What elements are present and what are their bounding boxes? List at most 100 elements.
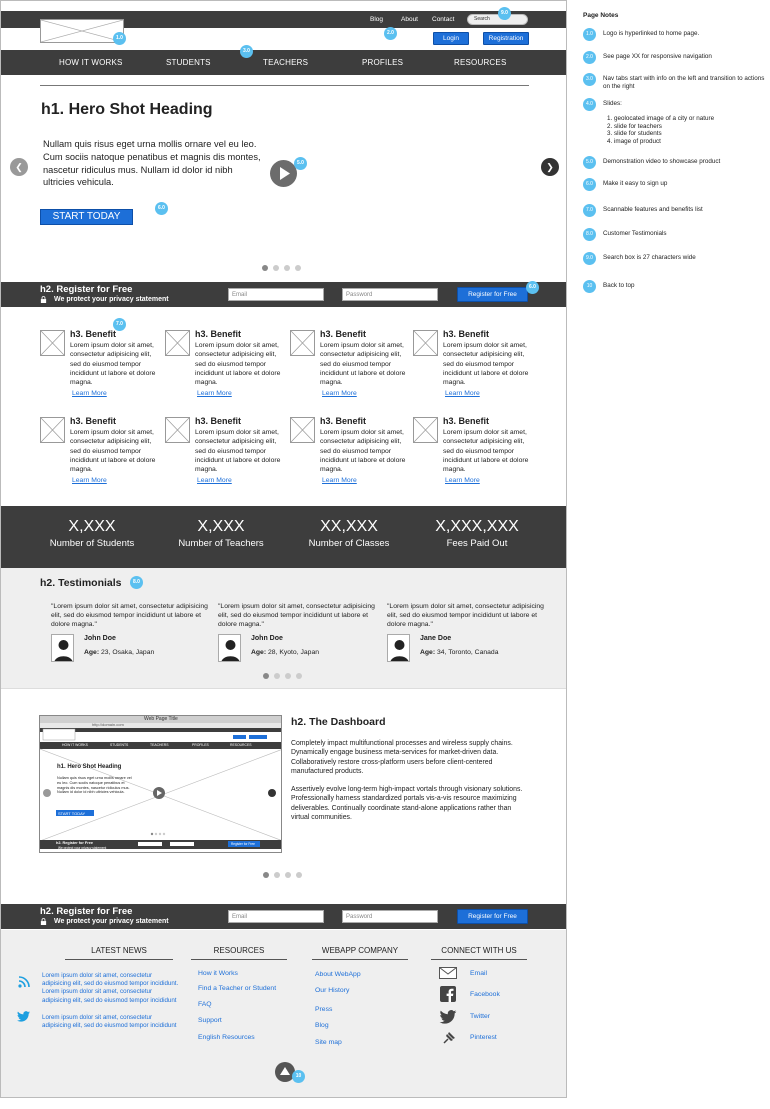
footer-company-link[interactable]: Site map <box>315 1039 342 1046</box>
footer-resource-link[interactable]: FAQ <box>198 1001 212 1008</box>
connect-pinterest-link[interactable]: Pinterest <box>470 1034 497 1041</box>
email-icon[interactable] <box>439 967 457 979</box>
slide-dot[interactable] <box>296 673 302 679</box>
footer-resource-link[interactable]: Find a Teacher or Student <box>198 985 276 992</box>
footer-resource-link[interactable]: How it Works <box>198 970 238 977</box>
footer-company-link[interactable]: Our History <box>315 987 349 994</box>
avatar <box>387 634 410 662</box>
slide-dot[interactable] <box>263 872 269 878</box>
benefit-title: h3. Benefit <box>195 329 242 339</box>
footer-company-link[interactable]: About WebApp <box>315 971 361 978</box>
slide-dot[interactable] <box>284 265 290 271</box>
slide-dot[interactable] <box>285 673 291 679</box>
benefit-title: h3. Benefit <box>195 416 242 426</box>
note-number-badge: 3.0 <box>583 73 596 86</box>
footer-connect-column: CONNECT WITH US <box>431 946 527 960</box>
stat-value: XX,XXX <box>320 518 378 535</box>
footer-company-link[interactable]: Blog <box>315 1022 329 1029</box>
rss-icon[interactable] <box>18 976 30 988</box>
slide-dot[interactable] <box>285 872 291 878</box>
stat-students: X,XXX Number of Students <box>27 518 157 549</box>
learn-more-link[interactable]: Learn More <box>445 390 480 397</box>
news-item[interactable]: Lorem ipsum dolor sit amet, consectetur … <box>42 1014 182 1030</box>
start-today-button[interactable]: START TODAY <box>40 209 133 225</box>
stat-teachers: X,XXX Number of Teachers <box>156 518 286 549</box>
slide-dot[interactable] <box>273 265 279 271</box>
benefit-title: h3. Benefit <box>320 416 367 426</box>
note-badge-testimonials: 8.0 <box>130 576 143 589</box>
testimonials-section: h2. Testimonials 8.0 "Lorem ipsum dolor … <box>1 568 566 688</box>
nav-teachers[interactable]: TEACHERS <box>263 58 308 67</box>
slide-dot[interactable] <box>274 673 280 679</box>
blog-link[interactable]: Blog <box>370 16 383 23</box>
nav-resources[interactable]: RESOURCES <box>454 58 506 67</box>
testimonial-dots[interactable] <box>263 673 302 679</box>
contact-link[interactable]: Contact <box>432 16 454 23</box>
nav-profiles[interactable]: PROFILES <box>362 58 403 67</box>
twitter-bird-icon[interactable] <box>17 1011 30 1022</box>
dashboard-section: Web Page Title http://domain.com HOW IT … <box>1 688 566 903</box>
connect-email-link[interactable]: Email <box>470 970 487 977</box>
dashboard-screenshot[interactable]: Web Page Title http://domain.com HOW IT … <box>39 715 282 853</box>
page-notes: Page Notes 1.0 Logo is hyperlinked to hom… <box>583 0 770 300</box>
mini-hero-body: Nullam quis risus eget urna mollis ornar… <box>57 776 132 795</box>
email-field[interactable]: Email <box>228 910 324 923</box>
password-field[interactable]: Password <box>342 288 438 301</box>
learn-more-link[interactable]: Learn More <box>72 390 107 397</box>
register-button[interactable]: Register for Free <box>457 909 528 924</box>
benefit-image-placeholder <box>165 330 190 356</box>
slide-dot[interactable] <box>262 265 268 271</box>
dashboard-heading: h2. The Dashboard <box>291 716 386 728</box>
email-field[interactable]: Email <box>228 288 324 301</box>
slide-dot[interactable] <box>263 673 269 679</box>
learn-more-link[interactable]: Learn More <box>72 477 107 484</box>
logo-placeholder[interactable] <box>40 19 124 43</box>
facebook-icon[interactable] <box>440 986 456 1002</box>
mini-register-heading: h2. Register for Free <box>56 841 93 845</box>
nav-how-it-works[interactable]: HOW IT WORKS <box>59 58 123 67</box>
next-slide-arrow-icon[interactable]: ❯ <box>541 158 559 176</box>
dashboard-paragraph-1: Completely impact multifunctional proces… <box>291 740 513 775</box>
registration-button[interactable]: Registration <box>483 32 529 45</box>
note-slide-item: 1. geolocated image of a city or nature <box>607 115 715 122</box>
twitter-icon[interactable] <box>439 1010 457 1024</box>
privacy-statement[interactable]: We protect your privacy statement <box>54 918 169 925</box>
slide-dot[interactable] <box>296 872 302 878</box>
benefit-image-placeholder <box>40 417 65 443</box>
nav-students[interactable]: STUDENTS <box>166 58 211 67</box>
prev-slide-arrow-icon[interactable]: ❮ <box>10 158 28 176</box>
footer-resource-link[interactable]: Support <box>198 1017 222 1024</box>
privacy-statement[interactable]: We protect your privacy statement <box>54 296 169 303</box>
learn-more-link[interactable]: Learn More <box>322 390 357 397</box>
learn-more-link[interactable]: Learn More <box>445 477 480 484</box>
footer-resource-link[interactable]: English Resources <box>198 1034 255 1041</box>
connect-facebook-link[interactable]: Facebook <box>470 991 500 998</box>
learn-more-link[interactable]: Learn More <box>322 477 357 484</box>
stat-value: X,XXX <box>68 518 116 535</box>
about-link[interactable]: About <box>401 16 418 23</box>
footer-news-column: LATEST NEWS <box>65 946 173 960</box>
footer-company-link[interactable]: Press <box>315 1006 332 1013</box>
slide-dot[interactable] <box>274 872 280 878</box>
note-text: Scannable features and benefits list <box>603 206 703 213</box>
register-button[interactable]: Register for Free <box>457 287 528 302</box>
play-video-icon[interactable] <box>270 160 297 187</box>
avatar <box>218 634 241 662</box>
slide-dot[interactable] <box>295 265 301 271</box>
hero-slide-dots[interactable] <box>262 265 301 271</box>
benefit-description: Lorem ipsum dolor sit amet, consectetur … <box>195 342 281 387</box>
learn-more-link[interactable]: Learn More <box>197 477 232 484</box>
benefit-title: h3. Benefit <box>443 329 490 339</box>
benefit-card: h3. Benefit Lorem ipsum dolor sit amet, c… <box>290 416 410 497</box>
footer-news-heading: LATEST NEWS <box>65 946 173 960</box>
benefit-title: h3. Benefit <box>70 329 117 339</box>
note-badge-nav: 3.0 <box>240 45 253 58</box>
learn-more-link[interactable]: Learn More <box>197 390 232 397</box>
password-field[interactable]: Password <box>342 910 438 923</box>
pinterest-pin-icon[interactable] <box>441 1031 456 1046</box>
connect-twitter-link[interactable]: Twitter <box>470 1013 490 1020</box>
dashboard-dots[interactable] <box>263 872 302 878</box>
lock-icon <box>40 918 47 925</box>
login-button[interactable]: Login <box>433 32 469 45</box>
news-item[interactable]: Lorem ipsum dolor sit amet, consectetur … <box>42 972 182 1005</box>
